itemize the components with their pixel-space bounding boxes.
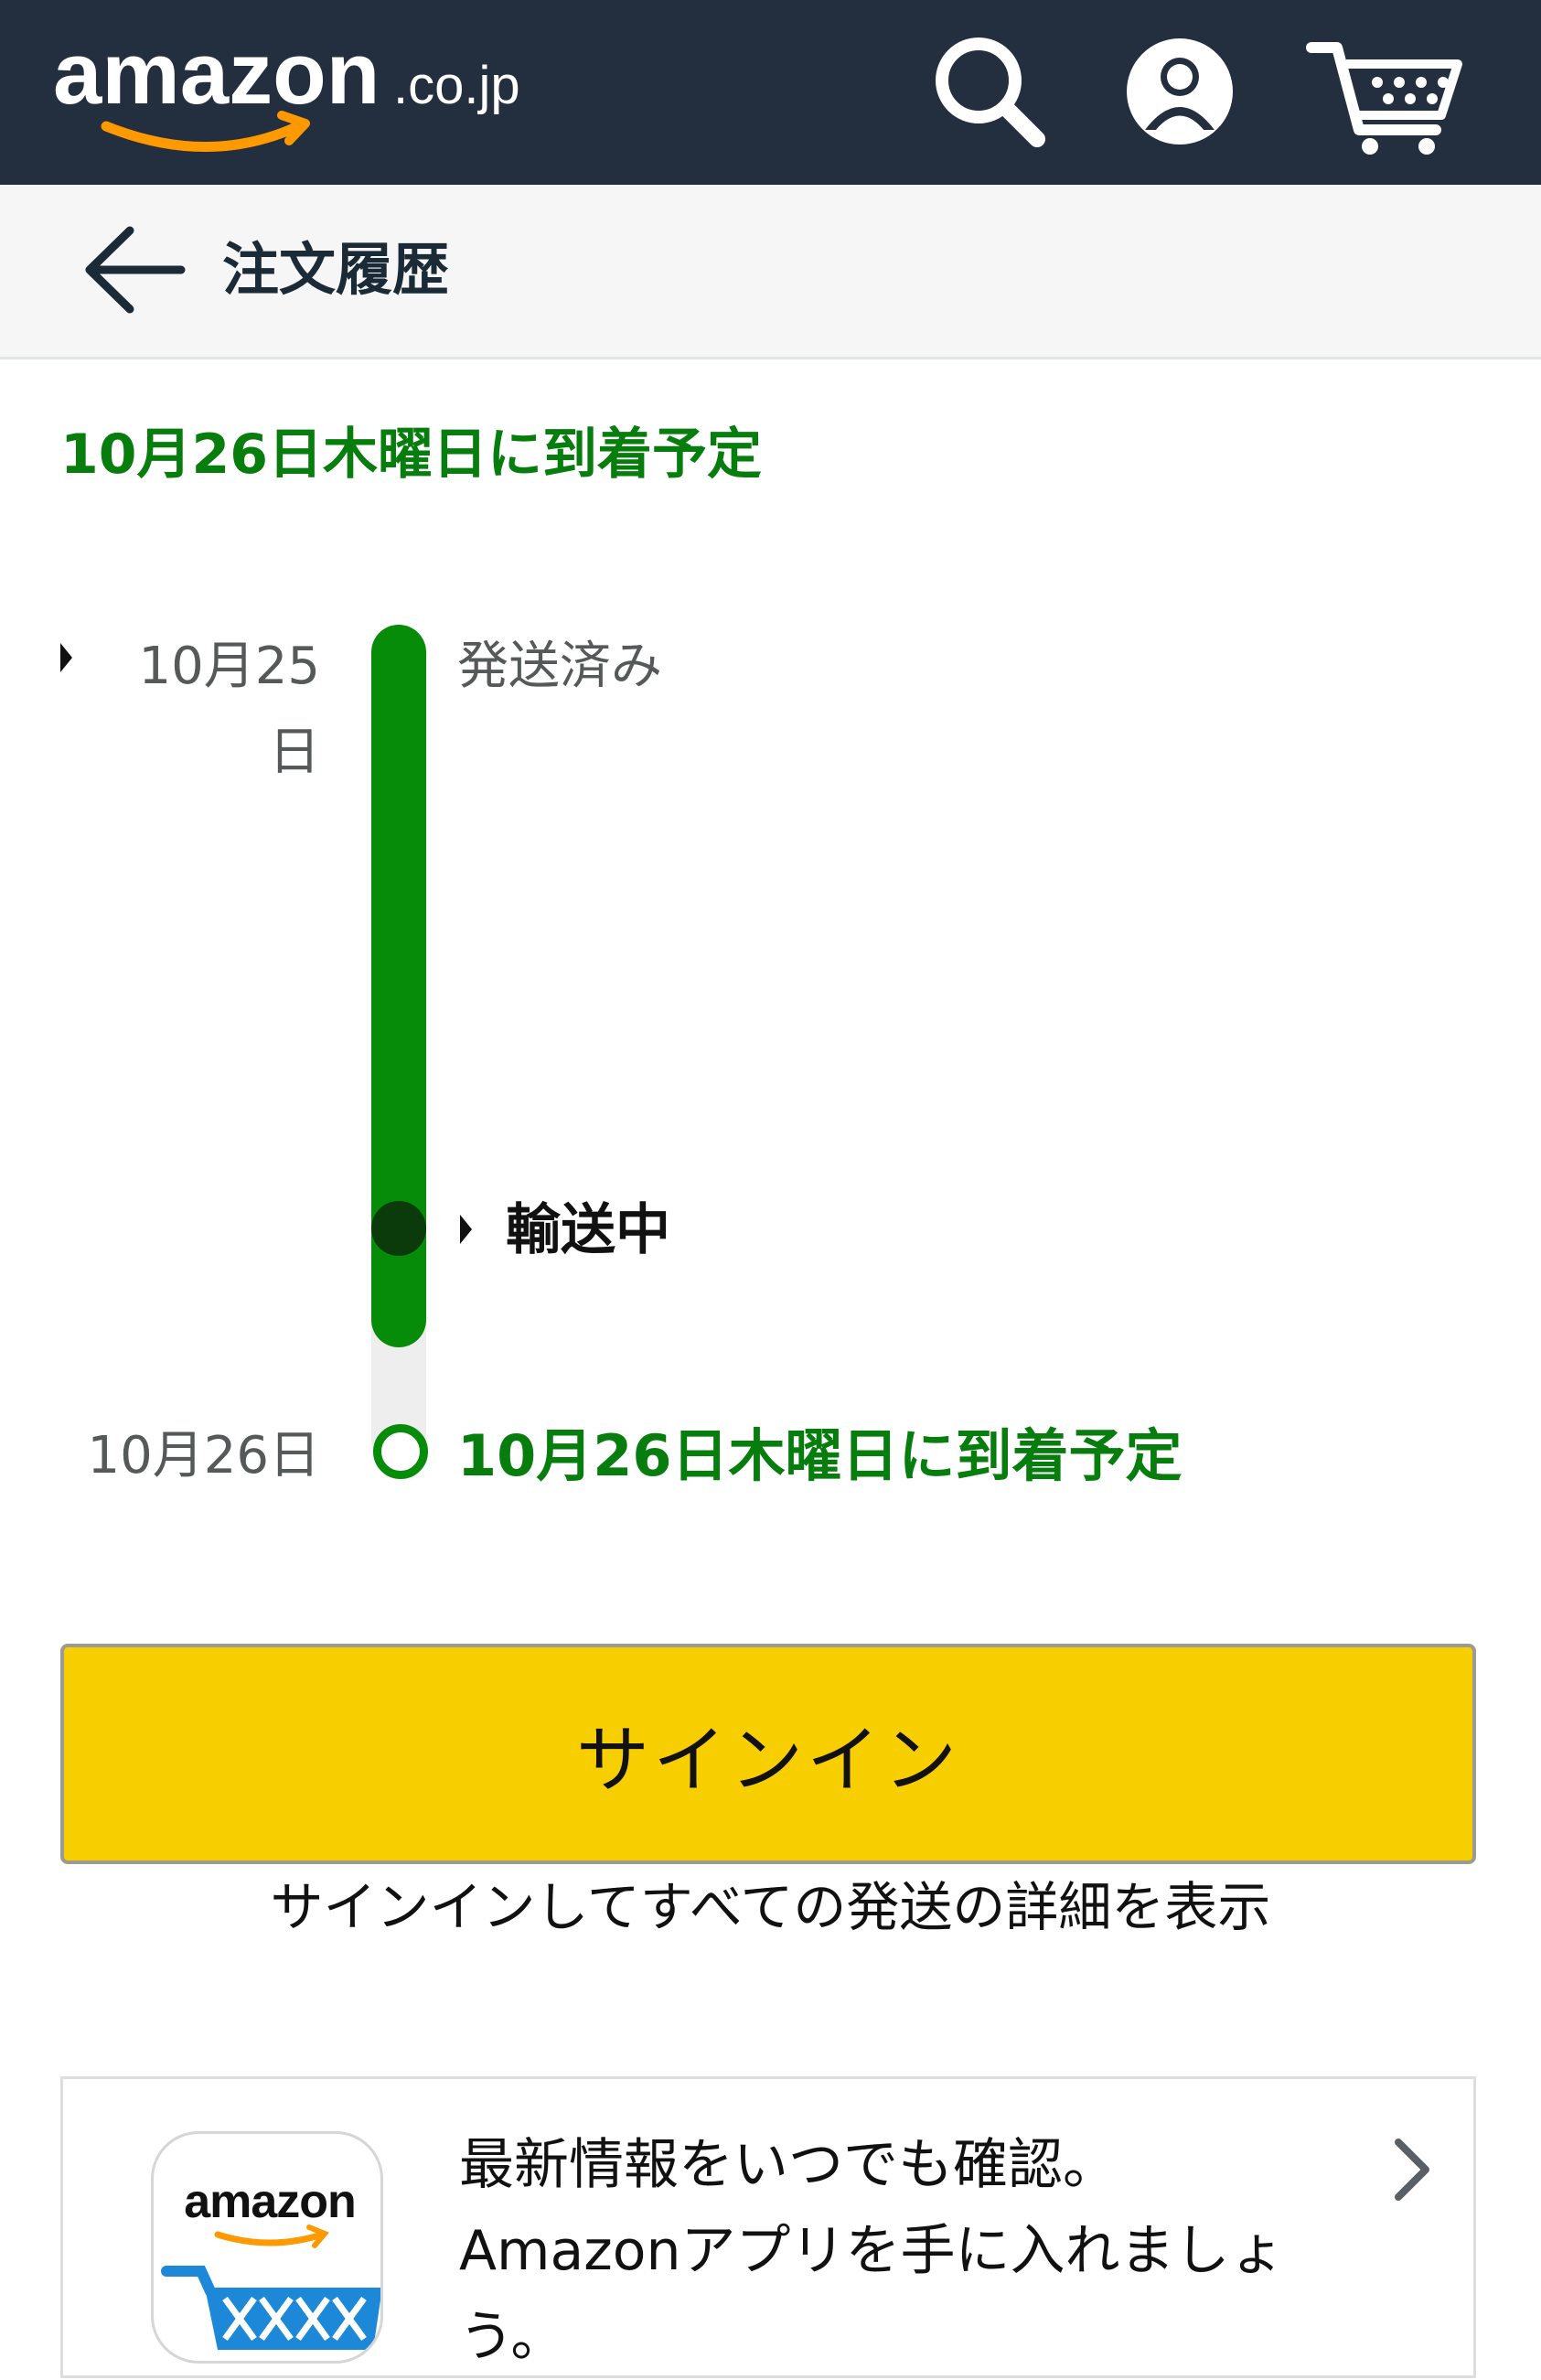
expand-caret-icon[interactable] bbox=[460, 1215, 472, 1244]
timeline-status: 発送済み bbox=[457, 637, 662, 696]
expand-caret-icon[interactable] bbox=[60, 643, 72, 672]
logo-word: amazon bbox=[53, 25, 380, 123]
account-icon[interactable] bbox=[1116, 27, 1244, 155]
amazon-app-icon: amazon bbox=[151, 2131, 383, 2364]
signin-button[interactable]: サインイン bbox=[60, 1644, 1476, 1864]
amazon-logo[interactable]: amazon .co.jp bbox=[53, 16, 565, 163]
page-title: 注文履歴 bbox=[222, 236, 450, 303]
timeline-destination-marker bbox=[373, 1424, 428, 1479]
timeline-current-marker bbox=[371, 1201, 426, 1256]
logo-suffix: .co.jp bbox=[393, 56, 520, 115]
cart-icon[interactable] bbox=[1306, 27, 1471, 155]
timeline-date: 10月26日 bbox=[87, 1426, 320, 1485]
timeline-status-arrival: 10月26日木曜日に到着予定 bbox=[457, 1422, 1183, 1489]
app-icon-cart-art bbox=[161, 2225, 380, 2350]
search-icon[interactable] bbox=[926, 27, 1054, 155]
chevron-right-icon[interactable] bbox=[1386, 2133, 1440, 2206]
timeline-status-current[interactable]: 輸送中 bbox=[506, 1187, 670, 1273]
signin-note: サインインしてすべての発送の詳細を表示 bbox=[270, 1876, 1271, 1938]
timeline-date: 10月25日 bbox=[138, 637, 320, 782]
arrival-heading: 10月26日木曜日に到着予定 bbox=[60, 423, 762, 487]
back-arrow-icon[interactable] bbox=[79, 220, 188, 320]
